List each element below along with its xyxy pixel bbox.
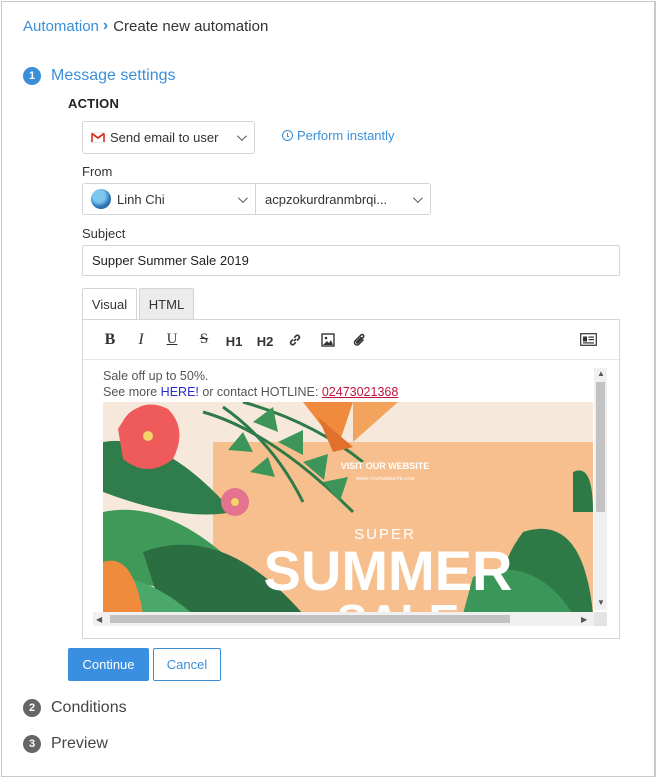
perform-instantly-link[interactable]: Perform instantly [282, 128, 395, 143]
breadcrumb: Automation › Create new automation [23, 17, 268, 35]
tab-html[interactable]: HTML [139, 288, 194, 319]
step-message-settings[interactable]: 1 Message settings [23, 67, 176, 85]
vertical-scroll-thumb[interactable] [596, 382, 605, 512]
scroll-left-icon[interactable]: ◀ [96, 615, 102, 624]
avatar [91, 189, 111, 209]
italic-button[interactable]: I [131, 331, 151, 349]
tab-visual[interactable]: Visual [82, 288, 137, 320]
subject-value: Supper Summer Sale 2019 [92, 253, 249, 268]
banner-visit-text: VISIT OUR WEBSITE [341, 461, 430, 471]
gmail-icon [91, 132, 105, 143]
scroll-up-icon[interactable]: ▲ [597, 369, 605, 378]
heading1-button[interactable]: H1 [224, 334, 244, 349]
sender-name-select[interactable]: Linh Chi [82, 183, 256, 215]
banner-sale-text: SALE [337, 595, 460, 613]
body-text: See more [103, 385, 161, 399]
sender-email-value: acpzokurdranmbrqi... [265, 191, 388, 207]
continue-button[interactable]: Continue [68, 648, 149, 681]
banner-site-text: WWW.YOURWEBSITE.COM [356, 476, 415, 481]
link-icon[interactable] [288, 333, 302, 352]
from-label: From [82, 164, 113, 179]
editor-toolbar: B I U S H1 H2 [83, 320, 619, 360]
body-text: or contact HOTLINE: [198, 385, 322, 399]
subject-label: Subject [82, 226, 126, 241]
step-title: Conditions [51, 699, 127, 716]
body-line-2: See more HERE! or contact HOTLINE: 02473… [103, 384, 593, 400]
attachment-icon[interactable] [353, 332, 367, 353]
action-label: ACTION [68, 96, 120, 111]
cancel-button[interactable]: Cancel [153, 648, 221, 681]
here-link[interactable]: HERE! [161, 385, 199, 399]
underline-button[interactable]: U [162, 331, 182, 348]
step-number-badge: 3 [23, 735, 41, 753]
source-view-icon[interactable] [580, 333, 597, 351]
subject-input[interactable]: Supper Summer Sale 2019 [82, 245, 620, 276]
vertical-scrollbar[interactable]: ▲ ▼ [594, 368, 607, 610]
chevron-right-icon: › [102, 17, 109, 34]
step-title: Message settings [51, 67, 176, 84]
chevron-down-icon [237, 192, 248, 203]
perform-instantly-label: Perform instantly [297, 128, 395, 143]
sender-email-select[interactable]: acpzokurdranmbrqi... [255, 183, 431, 215]
email-editor[interactable]: B I U S H1 H2 Sale off up to 50%. See mo… [82, 319, 620, 639]
summer-sale-banner-image: VISIT OUR WEBSITE WWW.YOURWEBSITE.COM SU… [103, 402, 593, 613]
breadcrumb-automation-link[interactable]: Automation [23, 18, 99, 35]
breadcrumb-current: Create new automation [113, 17, 269, 35]
image-icon[interactable] [321, 333, 335, 352]
horizontal-scrollbar[interactable]: ◀ ▶ [93, 612, 607, 626]
bold-button[interactable]: B [100, 331, 120, 349]
strikethrough-button[interactable]: S [194, 331, 214, 348]
heading2-button[interactable]: H2 [255, 334, 275, 349]
scroll-right-icon[interactable]: ▶ [581, 615, 587, 624]
editor-content[interactable]: Sale off up to 50%. See more HERE! or co… [103, 368, 593, 613]
chevron-down-icon [412, 192, 423, 203]
step-number-badge: 2 [23, 699, 41, 717]
chevron-down-icon [236, 131, 247, 142]
scrollbar-corner [594, 612, 607, 626]
action-type-select[interactable]: Send email to user [82, 121, 255, 154]
hotline-link[interactable]: 02473021368 [322, 385, 398, 399]
banner-summer-text: SUMMER [264, 539, 513, 602]
horizontal-scroll-thumb[interactable] [110, 615, 510, 623]
clock-icon [282, 130, 293, 141]
step-conditions[interactable]: 2 Conditions [23, 699, 127, 717]
body-line-1: Sale off up to 50%. [103, 369, 209, 383]
step-title: Preview [51, 735, 108, 752]
sender-name-value: Linh Chi [117, 191, 165, 207]
scroll-down-icon[interactable]: ▼ [597, 598, 605, 607]
action-type-value: Send email to user [110, 130, 219, 145]
step-number-badge: 1 [23, 67, 41, 85]
step-preview[interactable]: 3 Preview [23, 735, 108, 753]
